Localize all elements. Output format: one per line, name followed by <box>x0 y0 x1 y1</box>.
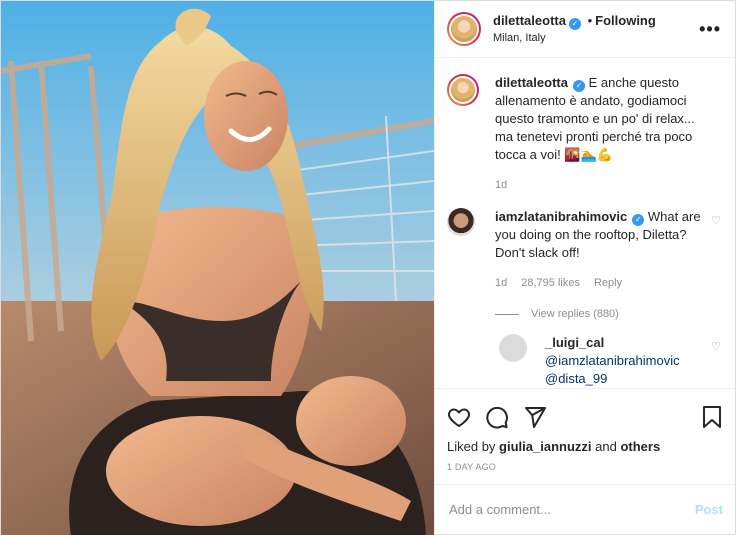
post-timestamp[interactable]: 1 DAY AGO <box>447 462 723 472</box>
view-replies-label: View replies (880) <box>531 308 619 320</box>
location-link[interactable]: Milan, Italy <box>493 30 699 46</box>
comment-body: iamzlatanibrahimovic ✓ What are you doing… <box>495 208 721 292</box>
post-sidebar: dilettaleotta ✓ • Following Milan, Italy •… <box>434 1 735 534</box>
commenter-username[interactable]: iamzlatanibrahimovic <box>495 209 627 224</box>
separator-dot: • <box>587 12 593 28</box>
photo-illustration <box>1 1 434 535</box>
following-button[interactable]: Following <box>595 13 656 28</box>
post-actions: Liked by giulia_iannuzzi and others 1 DA… <box>435 388 735 484</box>
reply-avatar[interactable] <box>499 334 527 362</box>
post-comment-button[interactable]: Post <box>695 502 723 517</box>
paper-plane-icon[interactable] <box>523 405 547 429</box>
comment-icon[interactable] <box>485 405 509 429</box>
view-replies-button[interactable]: View replies (880) <box>495 308 721 320</box>
post-header: dilettaleotta ✓ • Following Milan, Italy •… <box>435 1 735 58</box>
comment-input[interactable] <box>449 502 695 517</box>
author-username[interactable]: dilettaleotta <box>493 13 566 28</box>
caption-meta: 1d <box>495 176 707 194</box>
caption: dilettaleotta ✓ E anche questo allenament… <box>447 74 721 194</box>
reply-item: _luigi_cal @iamzlatanibrahimovic @dista_… <box>499 334 721 388</box>
caption-username[interactable]: dilettaleotta <box>495 75 568 90</box>
likes-summary: Liked by giulia_iannuzzi and others <box>447 439 723 454</box>
more-options-icon[interactable]: ••• <box>699 19 721 40</box>
reply-button[interactable]: Reply <box>594 274 622 292</box>
comment-time[interactable]: 1d <box>495 274 507 292</box>
comment-like-heart-icon[interactable]: ♡ <box>711 214 721 227</box>
reply-mention-1[interactable]: @iamzlatanibrahimovic <box>545 353 680 368</box>
reply-body: _luigi_cal @iamzlatanibrahimovic @dista_… <box>545 334 721 388</box>
comment-meta: 1d 28,795 likes Reply <box>495 274 707 292</box>
post-photo[interactable] <box>1 1 434 535</box>
verified-icon: ✓ <box>632 214 645 226</box>
commenter-avatar[interactable] <box>447 208 475 236</box>
likes-conj: and <box>595 439 617 454</box>
reply-mention-2[interactable]: @dista_99 <box>545 371 607 386</box>
caption-avatar[interactable] <box>447 74 479 106</box>
caption-body: dilettaleotta ✓ E anche questo allenament… <box>495 74 721 194</box>
caption-time[interactable]: 1d <box>495 176 507 194</box>
likes-prefix: Liked by <box>447 439 496 454</box>
comment-item: iamzlatanibrahimovic ✓ What are you doing… <box>447 208 721 292</box>
reply-like-heart-icon[interactable]: ♡ <box>711 340 721 353</box>
author-avatar[interactable] <box>447 12 481 46</box>
replies-divider <box>495 313 519 315</box>
add-comment-bar: Post <box>435 484 735 534</box>
liked-by-user[interactable]: giulia_iannuzzi <box>499 439 591 454</box>
verified-icon: ✓ <box>572 80 585 92</box>
reply-username[interactable]: _luigi_cal <box>545 335 604 350</box>
likes-others-link[interactable]: others <box>620 439 660 454</box>
comments-section: dilettaleotta ✓ E anche questo allenament… <box>435 58 735 388</box>
instagram-post: dilettaleotta ✓ • Following Milan, Italy •… <box>0 0 736 535</box>
action-icons <box>447 397 723 437</box>
verified-icon: ✓ <box>568 17 581 30</box>
bookmark-icon[interactable] <box>701 405 723 429</box>
heart-icon[interactable] <box>447 405 471 429</box>
comment-likes[interactable]: 28,795 likes <box>521 274 580 292</box>
author-info: dilettaleotta ✓ • Following Milan, Italy <box>493 13 699 46</box>
